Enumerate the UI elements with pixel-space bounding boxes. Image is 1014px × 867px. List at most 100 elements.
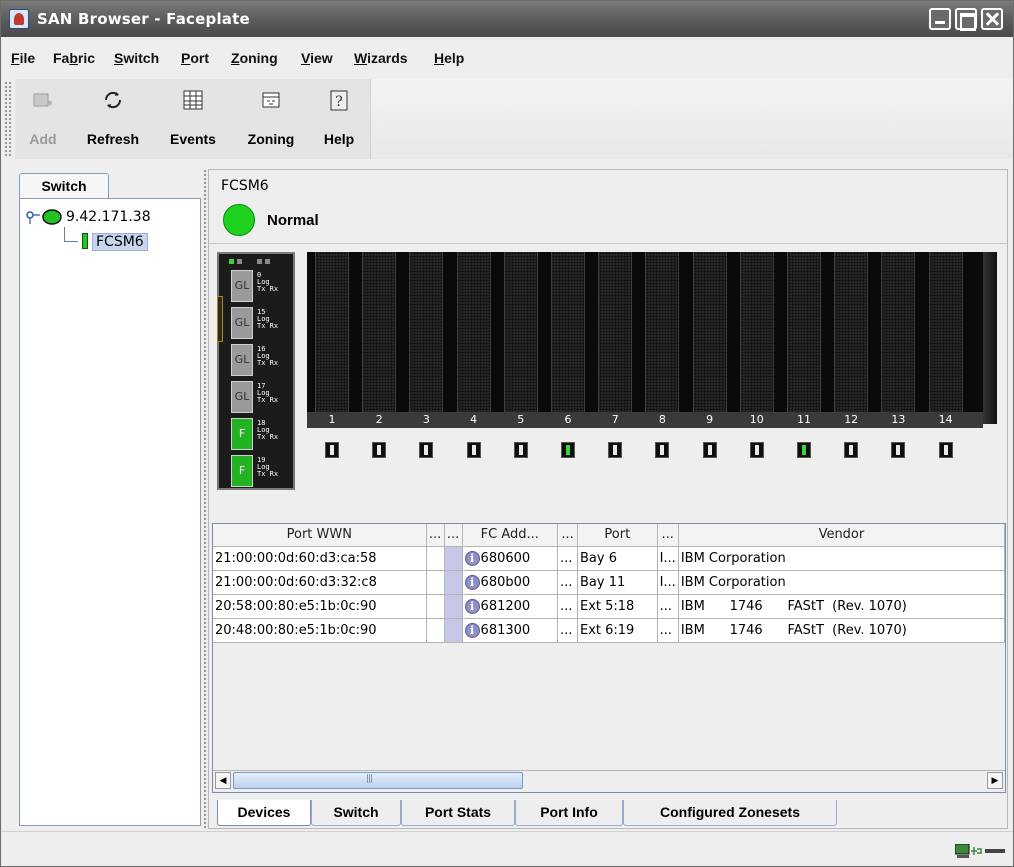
table-cell[interactable]: 21:00:00:0d:60:d3:ca:58 [213,546,427,571]
info-icon[interactable]: i [464,574,480,590]
zoning-button[interactable]: Zoning [231,79,311,159]
tree-item-switch[interactable]: FCSM6 [92,233,148,251]
blade-bay[interactable] [409,252,444,412]
menu-wizards[interactable]: Wizards [354,50,408,66]
toolbar-grip[interactable] [4,81,12,157]
table-cell[interactable]: IBM 1746 FAStT (Rev. 1070) [678,594,1006,619]
maximize-button[interactable] [955,8,977,31]
blade-bay[interactable] [645,252,680,412]
blade-bay[interactable] [362,252,397,412]
bay-port-status-icon[interactable] [561,442,575,458]
bay-port-status-icon[interactable] [702,442,717,458]
info-cell[interactable] [444,594,463,619]
bay-port-status-icon[interactable] [655,442,670,458]
table-cell[interactable]: ... [657,618,679,643]
table-cell[interactable]: ... [557,594,578,619]
table-cell[interactable]: ... [557,570,578,595]
external-port[interactable]: F [231,455,253,487]
table-cell[interactable]: i 681300 [462,618,559,643]
tab-switch-tree[interactable]: Switch [19,173,109,199]
tab-port-info[interactable]: Port Info [515,800,623,826]
tab-switch[interactable]: Switch [311,800,401,826]
blade-bay[interactable] [456,252,491,412]
menu-view[interactable]: View [301,50,333,66]
tree-expand-handle-icon[interactable] [26,211,40,225]
scroll-left-icon[interactable]: ◀ [215,772,231,789]
blade-bay[interactable] [787,252,821,412]
external-port[interactable]: F [231,418,253,450]
bay-port-status-icon[interactable] [325,442,339,458]
column-header[interactable]: Port [577,524,658,547]
bay-port-status-icon[interactable] [466,442,481,458]
add-button[interactable]: Add [15,79,71,159]
table-row[interactable]: 21:00:00:0d:60:d3:32:c8 i 680b00... Bay 11 I… [213,570,1006,595]
table-cell[interactable]: Ext 6:19 [577,618,658,643]
blade-bay[interactable] [834,252,869,412]
events-button[interactable]: Events [155,79,231,159]
table-cell[interactable] [426,570,445,595]
table-cell[interactable]: ... [557,546,578,571]
table-row[interactable]: 20:48:00:80:e5:1b:0c:90 i 681300... Ext 6:1… [213,618,1006,643]
info-icon[interactable]: i [464,598,480,614]
table-cell[interactable]: 20:48:00:80:e5:1b:0c:90 [213,618,427,643]
menu-port[interactable]: Port [181,50,209,66]
info-icon[interactable]: i [464,622,480,638]
column-header[interactable]: Port WWN [213,524,427,547]
table-cell[interactable]: I... [657,570,679,595]
horizontal-scrollbar[interactable]: ◀ ▶ [213,770,1005,790]
table-cell[interactable]: IBM Corporation [678,546,1006,571]
table-row[interactable]: 20:58:00:80:e5:1b:0c:90 i 681200... Ext 5:1… [213,594,1006,619]
scrollbar-thumb[interactable] [233,772,523,789]
blade-bay[interactable] [503,252,538,412]
java-app-icon[interactable] [9,9,29,29]
column-header[interactable]: ... [426,524,445,547]
help-button[interactable]: ? Help [311,79,367,159]
column-header[interactable]: FC Add... [462,524,559,547]
table-cell[interactable]: Bay 11 [577,570,658,595]
tree-item-fabric[interactable]: 9.42.171.38 [66,209,151,225]
menu-zoning[interactable]: Zoning [231,50,278,66]
bay-port-status-icon[interactable] [938,442,953,458]
menu-file[interactable]: File [11,50,35,66]
bay-port-status-icon[interactable] [608,442,623,458]
bay-port-status-icon[interactable] [797,442,811,458]
blade-bay[interactable] [739,252,774,412]
table-row[interactable]: 21:00:00:0d:60:d3:ca:58 i 680600... Bay 6 I.… [213,546,1006,571]
table-cell[interactable]: ... [557,618,578,643]
external-port-module[interactable]: GL 0 Log Tx Rx GL 15 Log Tx Rx GL 16 Log Tx Rx GL 17 L… [217,252,295,490]
tab-port-stats[interactable]: Port Stats [401,800,515,826]
blade-bay[interactable] [928,252,963,412]
bay-port-status-icon[interactable] [891,442,906,458]
table-cell[interactable]: i 680b00 [462,570,559,595]
table-cell[interactable]: ... [657,594,679,619]
bay-port-status-icon[interactable] [844,442,859,458]
blade-bay[interactable] [881,252,916,412]
tab-configured-zonesets[interactable]: Configured Zonesets [623,800,837,826]
table-cell[interactable]: IBM Corporation [678,570,1006,595]
blade-bay[interactable] [692,252,727,412]
close-button[interactable] [981,8,1003,30]
table-cell[interactable]: IBM 1746 FAStT (Rev. 1070) [678,618,1006,643]
minimize-button[interactable] [929,8,951,30]
menu-fabric[interactable]: Fabric [53,50,95,66]
external-port[interactable]: GL [231,344,253,376]
table-cell[interactable] [426,546,445,571]
table-cell[interactable]: i 681200 [462,594,559,619]
bay-port-status-icon[interactable] [372,442,387,458]
table-cell[interactable]: i 680600 [462,546,559,571]
menu-switch[interactable]: Switch [114,50,159,66]
table-cell[interactable]: 20:58:00:80:e5:1b:0c:90 [213,594,427,619]
external-port[interactable]: GL [231,307,253,339]
bay-port-status-icon[interactable] [749,442,764,458]
table-cell[interactable]: Bay 6 [577,546,658,571]
table-cell[interactable] [426,618,445,643]
scroll-right-icon[interactable]: ▶ [987,772,1003,789]
blade-bay[interactable] [598,252,633,412]
blade-bay[interactable] [315,252,349,412]
bay-port-status-icon[interactable] [513,442,528,458]
menu-help[interactable]: Help [434,50,464,66]
column-header[interactable]: Vendor [678,524,1006,547]
blade-bay[interactable] [551,252,585,412]
refresh-button[interactable]: Refresh [71,79,155,159]
table-cell[interactable]: 21:00:00:0d:60:d3:32:c8 [213,570,427,595]
